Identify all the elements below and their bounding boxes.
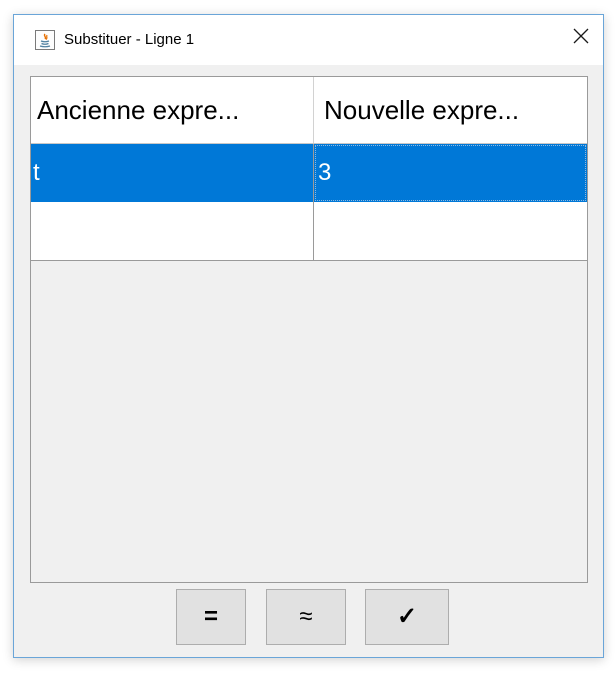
new-expression-cell[interactable]: 3 bbox=[314, 144, 587, 202]
substitute-dialog: Substituer - Ligne 1 Ancienne expre... N… bbox=[13, 14, 604, 658]
column-header-new-expression[interactable]: Nouvelle expre... bbox=[314, 77, 587, 143]
confirm-button[interactable]: ✓ bbox=[365, 589, 449, 645]
close-button[interactable] bbox=[559, 15, 603, 55]
table-row[interactable]: t 3 bbox=[31, 144, 587, 202]
old-expression-cell[interactable]: t bbox=[31, 144, 314, 202]
window-title: Substituer - Ligne 1 bbox=[64, 31, 195, 48]
numeric-substitute-button[interactable]: ≈ bbox=[266, 589, 346, 645]
title-bar[interactable]: Substituer - Ligne 1 bbox=[14, 15, 603, 65]
table-row[interactable] bbox=[31, 202, 587, 261]
exact-substitute-button[interactable]: = bbox=[176, 589, 246, 645]
close-icon bbox=[573, 28, 589, 44]
new-expression-cell[interactable] bbox=[314, 202, 587, 260]
column-header-old-expression[interactable]: Ancienne expre... bbox=[31, 77, 314, 143]
java-icon bbox=[35, 30, 55, 50]
substitution-table[interactable]: Ancienne expre... Nouvelle expre... t 3 bbox=[30, 76, 588, 583]
table-header: Ancienne expre... Nouvelle expre... bbox=[31, 77, 587, 144]
old-expression-cell[interactable] bbox=[31, 202, 314, 260]
